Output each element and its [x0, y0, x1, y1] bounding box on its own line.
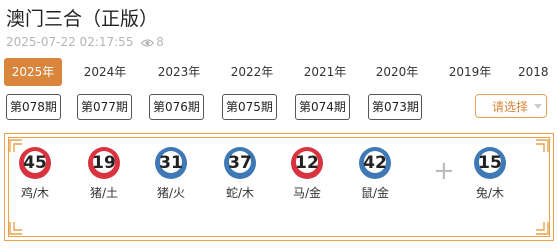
select-label: 请选择: [492, 100, 529, 114]
ball-number: 45: [23, 153, 47, 173]
ball-number: 37: [228, 153, 252, 173]
tab-year-2025[interactable]: 2025年: [4, 58, 62, 86]
blue-ball: 37: [223, 146, 257, 180]
chevron-down-icon: [534, 104, 542, 109]
ball-4: 37 蛇/木: [218, 146, 262, 201]
view-count: 8: [156, 35, 164, 49]
issue-076[interactable]: 第076期: [149, 94, 204, 120]
ball-zodiac: 鼠/金: [360, 186, 390, 200]
ball-6: 42 鼠/金: [353, 146, 397, 201]
post-datetime: 2025-07-22 02:17:55: [6, 35, 134, 49]
eye-icon: [140, 36, 155, 52]
ball-zodiac: 兔/木: [475, 186, 505, 200]
ball-zodiac: 马/金: [292, 186, 322, 200]
ball-1: 45 鸡/木: [13, 146, 57, 201]
ball-zodiac: 猪/土: [89, 186, 119, 200]
blue-ball: 15: [473, 146, 507, 180]
draw-result-panel: 45 鸡/木 19 猪/土 31 猪/火 37 蛇/木 12 马/金 42 鼠/…: [0, 130, 558, 244]
issue-078[interactable]: 第078期: [6, 94, 61, 120]
page-title: 澳门三合（正版）: [6, 8, 159, 30]
ball-zodiac: 猪/火: [156, 186, 186, 200]
year-tabs: 2025年 2024年 2023年 2022年 2021年 2020年 2019…: [4, 58, 558, 86]
blue-ball: 31: [154, 146, 188, 180]
tab-year-2020[interactable]: 2020年: [372, 58, 422, 86]
ball-5: 12 马/金: [285, 146, 329, 201]
tab-year-2019[interactable]: 2019年: [445, 58, 495, 86]
issue-075[interactable]: 第075期: [222, 94, 277, 120]
tab-year-2021[interactable]: 2021年: [300, 58, 350, 86]
issue-select[interactable]: 请选择: [475, 94, 547, 118]
ball-number: 12: [295, 153, 319, 173]
plus-icon: +: [433, 156, 455, 186]
red-ball: 19: [87, 146, 121, 180]
red-ball: 12: [290, 146, 324, 180]
ball-zodiac: 蛇/木: [225, 186, 255, 200]
ball-number: 42: [363, 153, 387, 173]
ball-zodiac: 鸡/木: [20, 186, 50, 200]
ball-number: 31: [159, 153, 183, 173]
red-ball: 45: [18, 146, 52, 180]
special-ball: 15 兔/木: [468, 146, 512, 201]
ball-number: 15: [478, 153, 502, 173]
tab-year-2023[interactable]: 2023年: [154, 58, 204, 86]
ball-3: 31 猪/火: [149, 146, 193, 201]
issue-073[interactable]: 第073期: [368, 94, 422, 120]
issue-077[interactable]: 第077期: [77, 94, 132, 120]
ball-number: 19: [92, 153, 116, 173]
tab-year-2022[interactable]: 2022年: [227, 58, 277, 86]
issue-074[interactable]: 第074期: [295, 94, 350, 120]
tab-year-2024[interactable]: 2024年: [80, 58, 130, 86]
blue-ball: 42: [358, 146, 392, 180]
tab-year-2018[interactable]: 2018: [518, 58, 558, 86]
post-meta: 2025-07-22 02:17:55 8: [6, 34, 164, 52]
ball-2: 19 猪/土: [82, 146, 126, 201]
